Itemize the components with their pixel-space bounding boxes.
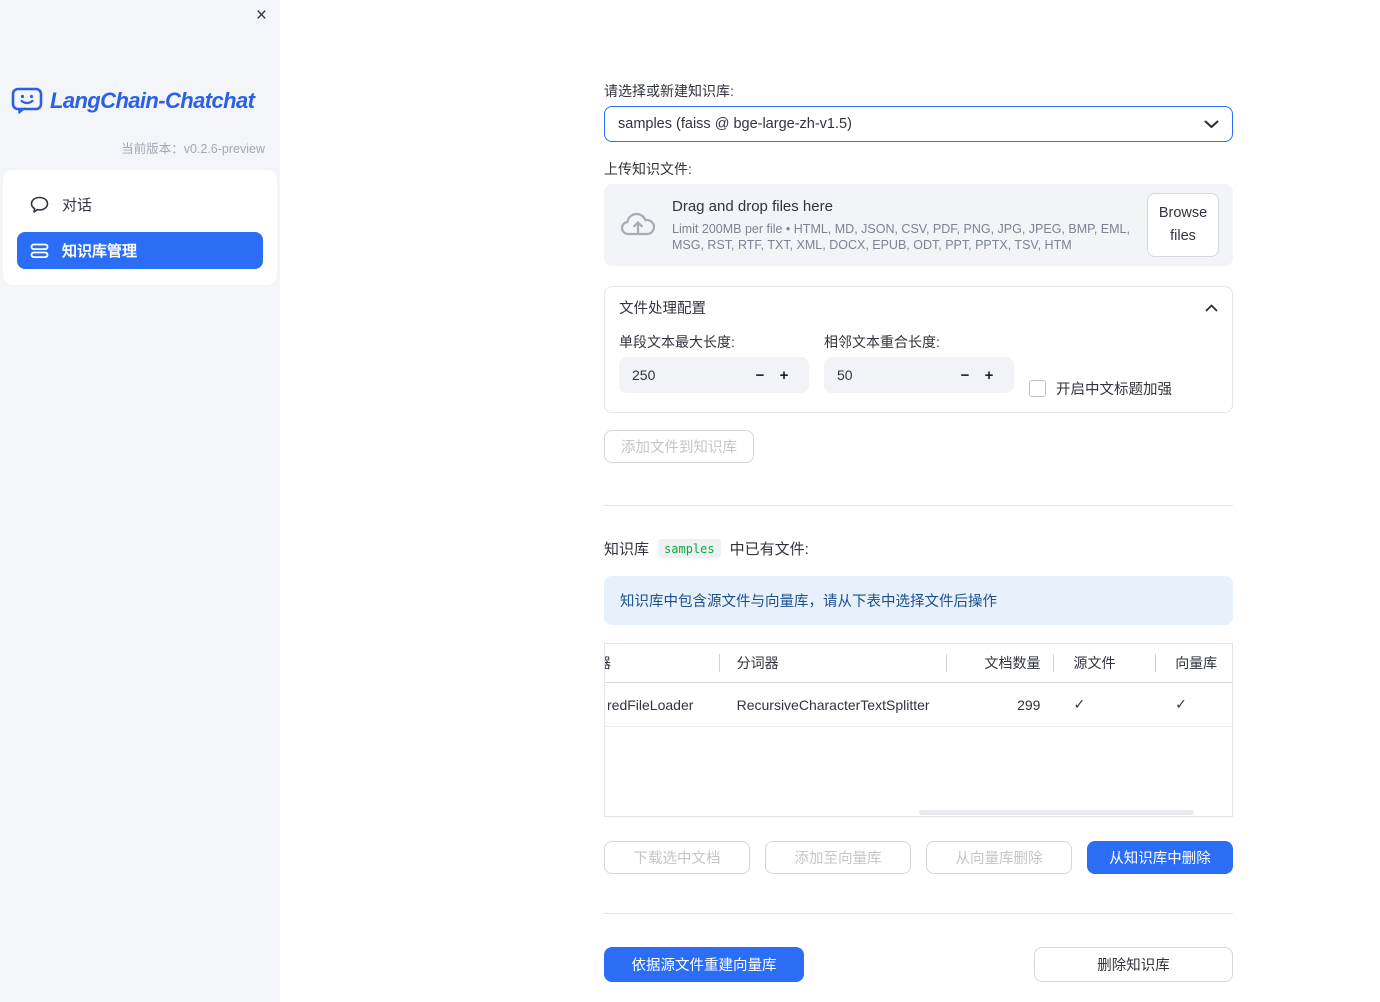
logo-chat-smiley-icon (11, 87, 43, 115)
overlap-value: 50 (837, 367, 853, 383)
column-header-doc-count[interactable]: 文档数量 (947, 653, 1055, 673)
kb-action-buttons: 依据源文件重建向量库 删除知识库 (604, 947, 1233, 982)
kb-select-label: 请选择或新建知识库: (604, 83, 734, 99)
sidebar-item-knowledge-base[interactable]: 知识库管理 (17, 232, 263, 269)
column-header-vector-store[interactable]: 向量库 (1156, 653, 1232, 673)
browse-files-button[interactable]: Browse files (1147, 193, 1219, 257)
expander-header[interactable]: 文件处理配置 (605, 287, 1232, 327)
dropzone-title: Drag and drop files here (672, 197, 833, 215)
uploader-label: 上传知识文件: (604, 161, 692, 177)
plus-icon[interactable]: + (977, 367, 1001, 384)
checkbox-box-icon[interactable] (1029, 380, 1046, 397)
table-row[interactable]: redFileLoader RecursiveCharacterTextSpli… (605, 683, 1232, 727)
chevron-down-icon (1204, 120, 1219, 129)
rebuild-vector-store-button[interactable]: 依据源文件重建向量库 (604, 947, 804, 982)
overlap-field: 相邻文本重合长度: 50 − + (824, 334, 1014, 393)
sidebar-item-label: 知识库管理 (62, 243, 138, 260)
kb-files-prefix: 知识库 (604, 541, 650, 558)
chat-bubble-icon (30, 196, 49, 213)
sidebar-menu: 对话 知识库管理 (3, 170, 277, 285)
cell-loader: redFileLoader (607, 696, 694, 713)
cell-vector-store-check: ✓ (1175, 696, 1187, 712)
expander-title: 文件处理配置 (619, 301, 706, 317)
table-header-row: 器 分词器 文档数量 源文件 向量库 (605, 644, 1232, 683)
cell-source-file-check: ✓ (1073, 696, 1086, 712)
kb-files-suffix: 中已有文件: (729, 541, 809, 558)
sidebar: × LangChain-Chatchat 当前版本：v0.2.6-preview… (0, 0, 280, 1002)
checkbox-label: 开启中文标题加强 (1056, 382, 1172, 398)
chunk-size-label: 单段文本最大长度: (619, 334, 735, 350)
download-selected-button[interactable]: 下载选中文档 (604, 841, 750, 874)
file-action-buttons: 下载选中文档 添加至向量库 从向量库删除 从知识库中删除 (604, 841, 1233, 874)
logo-text: LangChain-Chatchat (50, 88, 255, 113)
chunk-size-input[interactable]: 250 − + (619, 357, 809, 393)
main-content: 请选择或新建知识库: samples (faiss @ bge-large-zh… (604, 0, 1233, 982)
files-table[interactable]: 器 分词器 文档数量 源文件 向量库 redFileLoader Recursi… (604, 643, 1233, 817)
dropzone-text: Drag and drop files here Limit 200MB per… (672, 198, 1131, 253)
sidebar-item-dialogue[interactable]: 对话 (17, 186, 263, 223)
info-alert-text: 知识库中包含源文件与向量库，请从下表中选择文件后操作 (620, 594, 997, 610)
logo: LangChain-Chatchat (11, 87, 255, 115)
version-text: 当前版本：v0.2.6-preview (121, 142, 265, 156)
stack-list-icon (30, 243, 49, 259)
dropzone-limit-text: Limit 200MB per file • HTML, MD, JSON, C… (672, 221, 1130, 252)
column-header-source-file[interactable]: 源文件 (1054, 653, 1156, 673)
chunk-size-field: 单段文本最大长度: 250 − + (619, 334, 809, 393)
column-header-splitter[interactable]: 分词器 (720, 653, 947, 673)
add-files-to-kb-button[interactable]: 添加文件到知识库 (604, 430, 754, 463)
kb-select[interactable]: samples (faiss @ bge-large-zh-v1.5) (604, 106, 1233, 142)
cell-doc-count: 299 (1017, 696, 1041, 713)
chevron-up-icon (1205, 304, 1218, 312)
file-config-expander: 文件处理配置 单段文本最大长度: 250 − + 相邻文本重合长度: 50 − … (604, 286, 1233, 413)
sidebar-item-label: 对话 (62, 197, 93, 214)
minus-icon[interactable]: − (953, 367, 977, 384)
horizontal-scrollbar[interactable] (918, 810, 1195, 815)
chunk-size-value: 250 (632, 367, 656, 383)
cell-splitter: RecursiveCharacterTextSplitter (736, 696, 930, 713)
zh-title-enhance-checkbox[interactable]: 开启中文标题加强 (1029, 378, 1172, 399)
close-sidebar-icon[interactable]: × (256, 6, 267, 25)
kb-select-value: samples (faiss @ bge-large-zh-v1.5) (618, 116, 852, 132)
overlap-label: 相邻文本重合长度: (824, 334, 940, 350)
divider (604, 913, 1233, 914)
delete-kb-library-button[interactable]: 删除知识库 (1034, 947, 1233, 982)
cloud-upload-icon (620, 211, 656, 239)
delete-from-vector-store-button[interactable]: 从向量库删除 (926, 841, 1072, 874)
column-header-loader[interactable]: 器 (605, 653, 720, 673)
kb-files-line: 知识库 samples 中已有文件: (604, 538, 1233, 559)
expander-body: 单段文本最大长度: 250 − + 相邻文本重合长度: 50 − + 开启中文标… (605, 327, 1232, 412)
add-to-vector-store-button[interactable]: 添加至向量库 (765, 841, 911, 874)
kb-name-code: samples (658, 539, 721, 558)
minus-icon[interactable]: − (748, 367, 772, 384)
plus-icon[interactable]: + (772, 367, 796, 384)
info-alert: 知识库中包含源文件与向量库，请从下表中选择文件后操作 (604, 576, 1233, 625)
overlap-input[interactable]: 50 − + (824, 357, 1014, 393)
divider (604, 505, 1233, 506)
file-dropzone[interactable]: Drag and drop files here Limit 200MB per… (604, 184, 1233, 266)
delete-from-kb-button[interactable]: 从知识库中删除 (1087, 841, 1233, 874)
